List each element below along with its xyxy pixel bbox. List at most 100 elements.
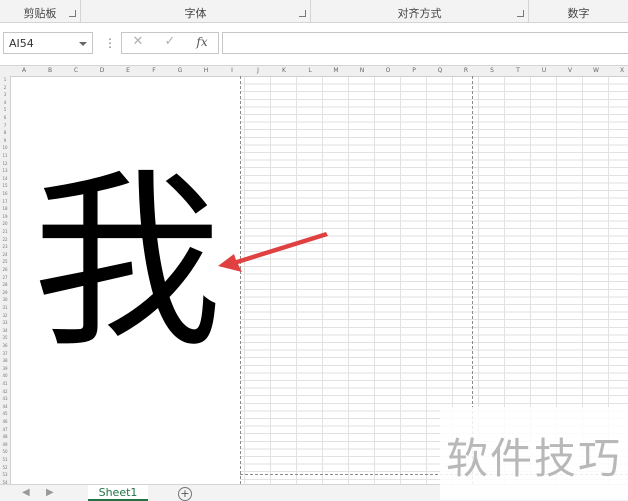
row-header[interactable]: 40 <box>0 372 10 379</box>
row-header[interactable]: 3 <box>0 91 10 98</box>
row-header[interactable]: 27 <box>0 274 10 281</box>
row-header[interactable]: 47 <box>0 426 10 433</box>
row-header[interactable]: 28 <box>0 281 10 288</box>
row-header[interactable]: 52 <box>0 464 10 471</box>
sheet-tab-sheet1[interactable]: Sheet1 <box>88 485 148 501</box>
row-header[interactable]: 21 <box>0 228 10 235</box>
row-header[interactable]: 18 <box>0 205 10 212</box>
prev-sheet-icon[interactable]: ◀ <box>22 487 30 498</box>
ribbon-group-clipboard: 剪贴板 <box>0 0 81 22</box>
column-header-r[interactable]: R <box>453 66 479 76</box>
column-header-c[interactable]: C <box>63 66 89 76</box>
column-header-k[interactable]: K <box>271 66 297 76</box>
red-arrow-icon <box>218 232 328 272</box>
dialog-launcher-icon[interactable] <box>69 10 76 17</box>
row-header[interactable]: 23 <box>0 243 10 250</box>
row-header[interactable]: 46 <box>0 418 10 425</box>
row-header[interactable]: 11 <box>0 152 10 159</box>
column-header-x[interactable]: X <box>609 66 628 76</box>
column-header-n[interactable]: N <box>349 66 375 76</box>
column-header-p[interactable]: P <box>401 66 427 76</box>
row-header[interactable]: 6 <box>0 114 10 121</box>
column-header-o[interactable]: O <box>375 66 401 76</box>
enter-icon[interactable]: ✓ <box>160 34 180 49</box>
row-header[interactable]: 48 <box>0 433 10 440</box>
row-header[interactable]: 53 <box>0 471 10 478</box>
column-header-i[interactable]: I <box>219 66 245 76</box>
row-header[interactable]: 2 <box>0 84 10 91</box>
more-options-icon[interactable]: ⋮ <box>104 36 116 50</box>
arrow-shape <box>218 232 328 272</box>
row-header[interactable]: 8 <box>0 129 10 136</box>
row-header[interactable]: 14 <box>0 175 10 182</box>
row-header[interactable]: 38 <box>0 357 10 364</box>
row-header[interactable]: 43 <box>0 395 10 402</box>
dialog-launcher-icon[interactable] <box>517 10 524 17</box>
row-header[interactable]: 31 <box>0 304 10 311</box>
column-header-l[interactable]: L <box>297 66 323 76</box>
column-header-d[interactable]: D <box>89 66 115 76</box>
column-header-q[interactable]: Q <box>427 66 453 76</box>
add-sheet-icon[interactable]: + <box>178 487 192 501</box>
ribbon-group-font: 字体 <box>81 0 311 22</box>
ribbon-group-label: 对齐方式 <box>397 7 442 20</box>
row-header[interactable]: 50 <box>0 448 10 455</box>
column-header-w[interactable]: W <box>583 66 609 76</box>
dialog-launcher-icon[interactable] <box>299 10 306 17</box>
row-header[interactable]: 10 <box>0 144 10 151</box>
formula-input[interactable] <box>222 32 628 54</box>
column-header-m[interactable]: M <box>323 66 349 76</box>
column-header-e[interactable]: E <box>115 66 141 76</box>
column-header-b[interactable]: B <box>37 66 63 76</box>
row-header[interactable]: 24 <box>0 251 10 258</box>
row-header[interactable]: 29 <box>0 289 10 296</box>
row-header[interactable]: 45 <box>0 410 10 417</box>
row-header[interactable]: 32 <box>0 312 10 319</box>
row-header[interactable]: 33 <box>0 319 10 326</box>
column-headers: ABCDEFGHIJKLMNOPQRSTUVWX <box>0 66 628 77</box>
row-header[interactable]: 26 <box>0 266 10 273</box>
row-header[interactable]: 1 <box>0 76 10 83</box>
row-header[interactable]: 22 <box>0 236 10 243</box>
row-header[interactable]: 30 <box>0 296 10 303</box>
row-header[interactable]: 16 <box>0 190 10 197</box>
row-header[interactable]: 41 <box>0 380 10 387</box>
row-headers: 1 2 3 4 5 6 7 8 9 10 11 12 13 14 15 16 17 18 19 20 21 22 23 24 2… <box>0 76 11 484</box>
cancel-icon[interactable]: ✕ <box>128 34 148 49</box>
row-header[interactable]: 42 <box>0 388 10 395</box>
watermark: 软件技巧 <box>440 407 628 500</box>
row-header[interactable]: 37 <box>0 350 10 357</box>
chevron-down-icon[interactable] <box>79 42 87 46</box>
column-header-f[interactable]: F <box>141 66 167 76</box>
column-header-a[interactable]: A <box>11 66 37 76</box>
column-header-v[interactable]: V <box>557 66 583 76</box>
column-header-h[interactable]: H <box>193 66 219 76</box>
row-header[interactable]: 51 <box>0 456 10 463</box>
row-header[interactable]: 20 <box>0 220 10 227</box>
row-header[interactable]: 19 <box>0 213 10 220</box>
row-header[interactable]: 9 <box>0 137 10 144</box>
column-header-g[interactable]: G <box>167 66 193 76</box>
column-header-j[interactable]: J <box>245 66 271 76</box>
name-box[interactable]: AI54 <box>3 32 93 54</box>
row-header[interactable]: 25 <box>0 258 10 265</box>
row-header[interactable]: 34 <box>0 327 10 334</box>
row-header[interactable]: 7 <box>0 122 10 129</box>
next-sheet-icon[interactable]: ▶ <box>46 487 54 498</box>
column-header-s[interactable]: S <box>479 66 505 76</box>
column-header-t[interactable]: T <box>505 66 531 76</box>
row-header[interactable]: 5 <box>0 106 10 113</box>
ribbon: 剪贴板 字体 对齐方式 数字 <box>0 0 628 23</box>
row-header[interactable]: 15 <box>0 182 10 189</box>
column-header-u[interactable]: U <box>531 66 557 76</box>
row-header[interactable]: 49 <box>0 441 10 448</box>
row-header[interactable]: 12 <box>0 160 10 167</box>
row-header[interactable]: 44 <box>0 403 10 410</box>
row-header[interactable]: 39 <box>0 365 10 372</box>
row-header[interactable]: 13 <box>0 167 10 174</box>
row-header[interactable]: 4 <box>0 99 10 106</box>
insert-function-icon[interactable]: fx <box>192 35 212 49</box>
row-header[interactable]: 17 <box>0 198 10 205</box>
row-header[interactable]: 36 <box>0 342 10 349</box>
row-header[interactable]: 35 <box>0 334 10 341</box>
